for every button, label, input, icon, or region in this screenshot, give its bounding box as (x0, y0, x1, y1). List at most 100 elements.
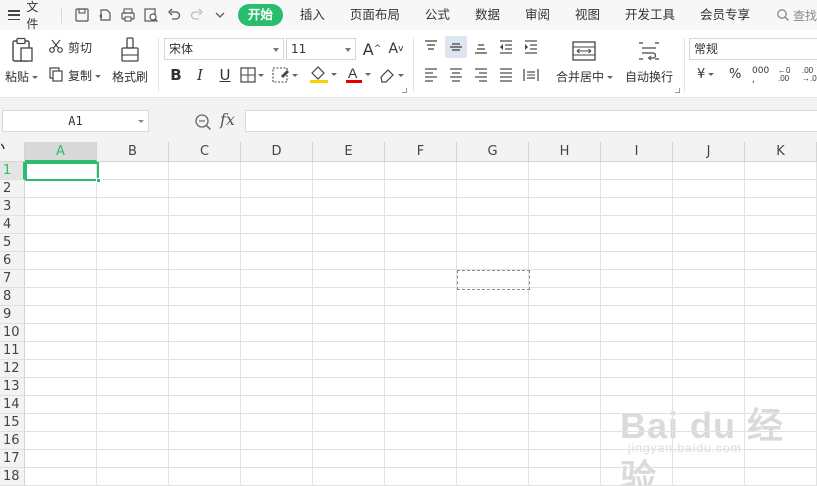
border-button[interactable] (240, 67, 266, 83)
row-header-4[interactable]: 4 (0, 216, 25, 234)
font-color-button[interactable]: A (344, 65, 374, 83)
row-header-5[interactable]: 5 (0, 234, 25, 252)
paste-button[interactable]: 粘贴 (5, 68, 39, 85)
row-header-8[interactable]: 8 (0, 288, 25, 306)
row-header-9[interactable]: 9 (0, 306, 25, 324)
alignment-dialog-launcher[interactable] (675, 88, 680, 93)
align-middle-button[interactable] (445, 36, 467, 58)
font-dialog-launcher[interactable] (402, 88, 407, 93)
currency-button[interactable]: ¥ (697, 67, 715, 82)
row-header-6[interactable]: 6 (0, 252, 25, 270)
tab-home[interactable]: 开始 (237, 4, 283, 26)
format-painter-button[interactable]: 格式刷 (112, 68, 148, 85)
save-icon[interactable] (70, 3, 93, 27)
copy-icon[interactable] (48, 66, 64, 82)
thousands-separator-button[interactable]: 000, (752, 67, 769, 85)
row-header-3[interactable]: 3 (0, 198, 25, 216)
font-name-select[interactable]: 宋体 (164, 38, 284, 60)
row-header-11[interactable]: 11 (0, 342, 25, 360)
column-header-b[interactable]: B (97, 142, 169, 162)
decrease-indent-button[interactable] (495, 36, 517, 58)
justify-button[interactable] (495, 64, 517, 86)
grow-font-button[interactable]: A ^ (361, 38, 383, 60)
align-center-button[interactable] (445, 64, 467, 86)
clear-format-button[interactable] (378, 67, 408, 83)
cut-button[interactable]: 剪切 (68, 39, 92, 56)
italic-button[interactable]: I (189, 64, 211, 86)
underline-button[interactable]: U (214, 64, 236, 86)
merge-center-icon[interactable] (571, 40, 597, 62)
row-header-16[interactable]: 16 (0, 432, 25, 450)
tab-formulas[interactable]: 公式 (417, 4, 458, 26)
shrink-font-button[interactable]: Av (385, 38, 407, 60)
tab-review[interactable]: 审阅 (517, 4, 558, 26)
align-left-button[interactable] (420, 64, 442, 86)
number-format-select[interactable]: 常规 (689, 38, 817, 60)
column-header-h[interactable]: H (529, 142, 601, 162)
print-preview-icon[interactable] (140, 3, 163, 27)
tab-view[interactable]: 视图 (567, 4, 608, 26)
row-header-2[interactable]: 2 (0, 180, 25, 198)
tab-developer[interactable]: 开发工具 (617, 4, 683, 26)
search-command[interactable]: 查找 (776, 7, 817, 24)
row-header-15[interactable]: 15 (0, 414, 25, 432)
scissors-icon[interactable] (48, 38, 64, 54)
customize-toolbar-icon[interactable] (209, 3, 232, 27)
column-header-k[interactable]: K (745, 142, 817, 162)
row-header-12[interactable]: 12 (0, 360, 25, 378)
paste-icon[interactable] (8, 36, 36, 64)
tab-insert[interactable]: 插入 (292, 4, 333, 26)
redo-icon[interactable] (186, 3, 209, 27)
select-all-corner[interactable] (0, 142, 25, 162)
bold-button[interactable]: B (165, 64, 187, 86)
formula-input[interactable] (245, 110, 817, 132)
export-icon[interactable] (93, 3, 116, 27)
wrap-text-button[interactable]: 自动换行 (625, 68, 673, 85)
row-gridline (25, 377, 817, 378)
column-header-e[interactable]: E (313, 142, 385, 162)
column-header-i[interactable]: I (601, 142, 673, 162)
fill-color-button[interactable] (308, 65, 338, 83)
active-cell-a1[interactable] (25, 162, 101, 183)
row-header-17[interactable]: 17 (0, 450, 25, 468)
undo-icon[interactable] (163, 3, 186, 27)
align-bottom-button[interactable] (470, 36, 492, 58)
row-header-14[interactable]: 14 (0, 396, 25, 414)
file-menu-button[interactable]: 文件 (0, 0, 49, 31)
row-header-13[interactable]: 13 (0, 378, 25, 396)
tab-data[interactable]: 数据 (467, 4, 508, 26)
fill-handle[interactable] (96, 178, 101, 183)
column-header-f[interactable]: F (385, 142, 457, 162)
column-header-j[interactable]: J (673, 142, 745, 162)
distributed-align-button[interactable] (520, 64, 542, 86)
row-header-10[interactable]: 10 (0, 324, 25, 342)
zoom-icon[interactable] (194, 113, 212, 131)
copy-button[interactable]: 复制 (68, 67, 102, 84)
font-name-value: 宋体 (169, 42, 194, 56)
column-header-a[interactable]: A (25, 142, 97, 162)
cell-style-button[interactable] (272, 67, 300, 83)
tab-member[interactable]: 会员专享 (692, 4, 758, 26)
row-header-7[interactable]: 7 (0, 270, 25, 288)
number-format-value: 常规 (694, 42, 719, 56)
decrease-decimal-button[interactable]: .00 →.0 (800, 65, 817, 83)
print-icon[interactable] (116, 3, 139, 27)
percent-button[interactable]: % (729, 67, 741, 82)
increase-indent-button[interactable] (520, 36, 542, 58)
align-right-button[interactable] (470, 64, 492, 86)
insert-function-button[interactable]: fx (220, 110, 235, 129)
merge-center-button[interactable]: 合并居中 (556, 68, 614, 85)
row-header-1[interactable]: 1 (0, 162, 25, 180)
column-header-d[interactable]: D (241, 142, 313, 162)
format-painter-icon[interactable] (118, 36, 142, 64)
align-top-button[interactable] (420, 36, 442, 58)
spreadsheet-grid[interactable]: Bai du 经验 jingyan.baidu.com ABCDEFGHIJK 1… (0, 142, 817, 486)
increase-decimal-button[interactable]: ←0.00 (776, 65, 796, 83)
tab-page-layout[interactable]: 页面布局 (342, 4, 408, 26)
font-size-select[interactable]: 11 (286, 38, 356, 60)
column-header-g[interactable]: G (457, 142, 529, 162)
row-header-18[interactable]: 18 (0, 468, 25, 486)
name-box[interactable]: A1 (2, 110, 149, 132)
wrap-text-icon[interactable] (636, 40, 662, 62)
column-header-c[interactable]: C (169, 142, 241, 162)
